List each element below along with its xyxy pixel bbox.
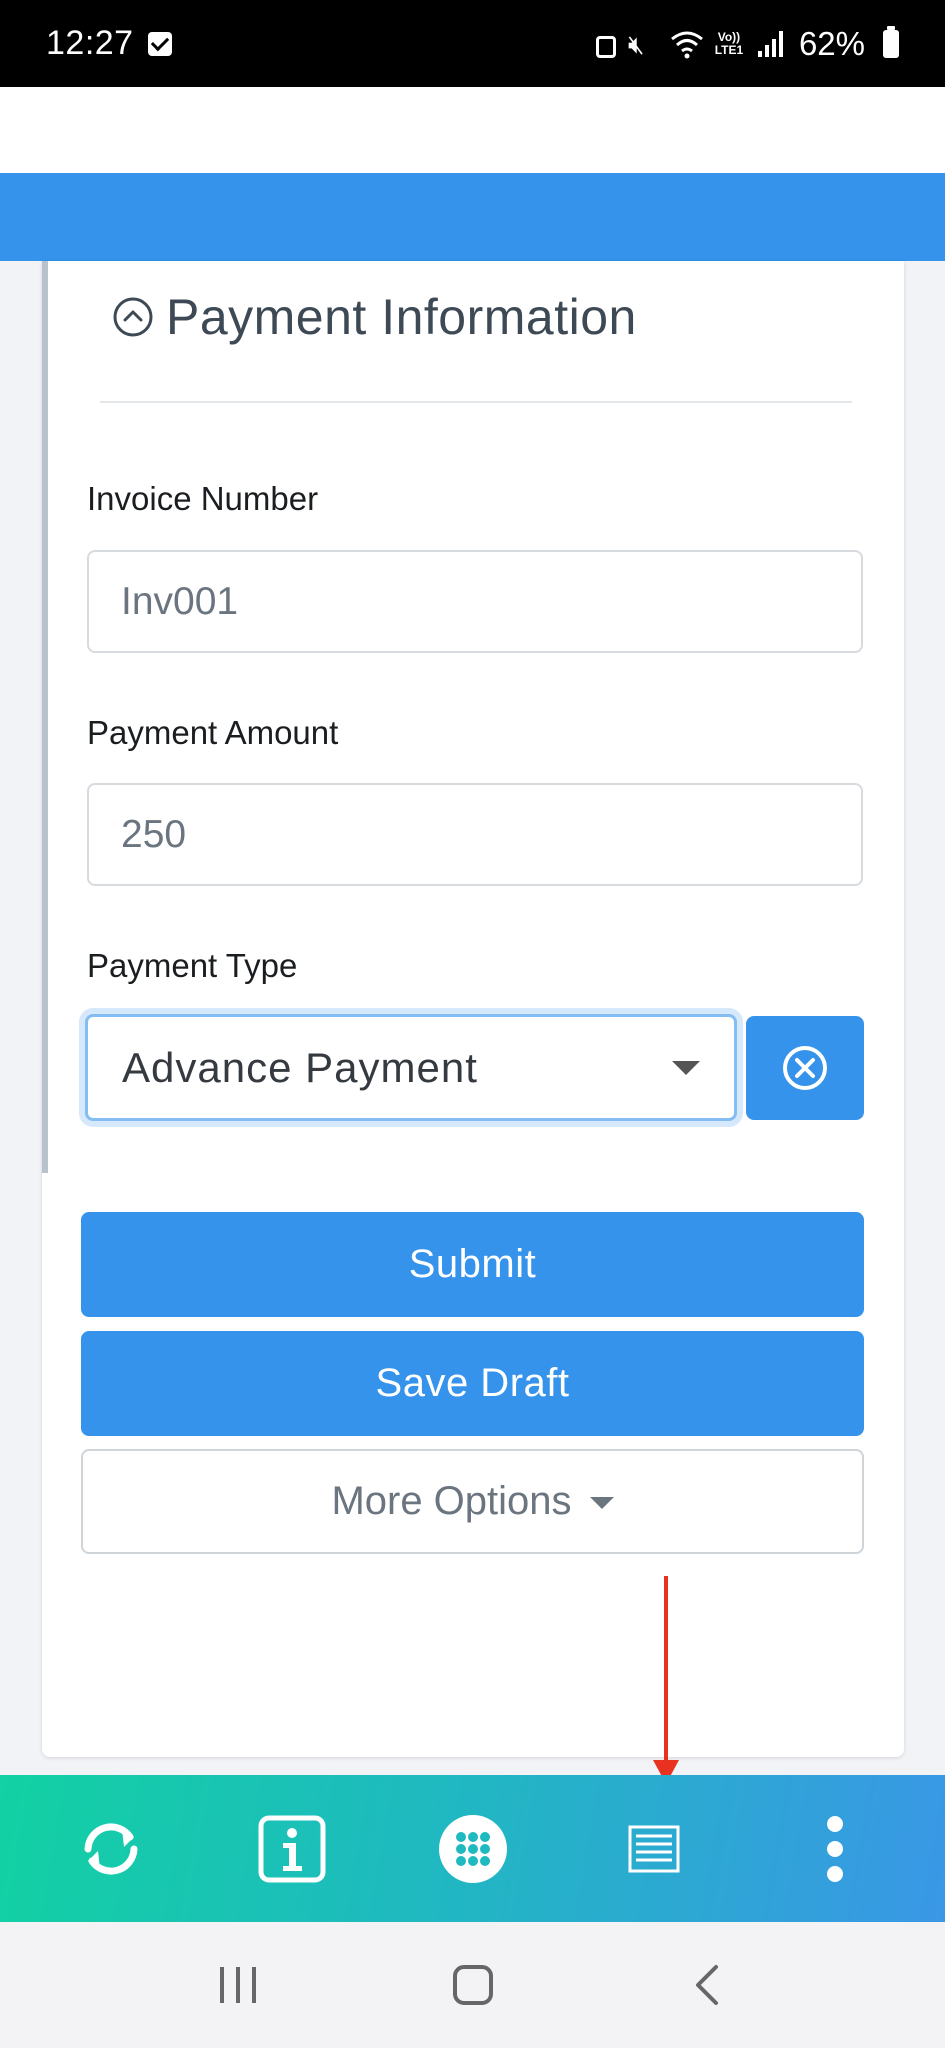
section-title: Payment Information bbox=[166, 289, 637, 345]
chevron-up-circle-icon[interactable] bbox=[112, 296, 154, 338]
notification-check-icon bbox=[147, 31, 172, 56]
home-icon bbox=[452, 1965, 493, 2005]
annotation-arrow bbox=[664, 1576, 668, 1766]
home-button[interactable] bbox=[433, 1945, 513, 2025]
close-circle-icon bbox=[783, 1046, 827, 1090]
mute-icon: 🔇︎ bbox=[627, 28, 645, 59]
app-header bbox=[0, 87, 945, 173]
caret-down-icon bbox=[589, 1496, 614, 1509]
system-nav-bar bbox=[0, 1922, 945, 2048]
volte-indicator: Vo)) LTE1 bbox=[712, 29, 746, 57]
status-icons: 🔇︎ Vo)) LTE1 62% bbox=[595, 24, 899, 63]
more-vertical-icon bbox=[826, 1815, 843, 1882]
recents-icon bbox=[219, 1967, 256, 2003]
save-draft-button[interactable]: Save Draft bbox=[81, 1331, 864, 1436]
battery-icon bbox=[883, 25, 899, 58]
status-time: 12:27 bbox=[46, 24, 134, 62]
payment-amount-label: Payment Amount bbox=[87, 714, 339, 751]
invoice-number-input[interactable] bbox=[87, 550, 863, 653]
list-button[interactable] bbox=[604, 1799, 704, 1899]
battery-percent: 62% bbox=[798, 24, 865, 62]
payment-type-select[interactable]: Advance Payment bbox=[85, 1014, 737, 1121]
more-options-button[interactable]: More Options bbox=[81, 1449, 864, 1554]
payment-type-label: Payment Type bbox=[87, 947, 298, 984]
volte-bottom: LTE1 bbox=[714, 42, 744, 57]
clear-selection-button[interactable] bbox=[746, 1016, 864, 1120]
payment-amount-input[interactable] bbox=[87, 783, 863, 886]
status-bar: 12:27 🔇︎ Vo)) LTE1 62% bbox=[0, 0, 945, 87]
info-button[interactable] bbox=[242, 1799, 342, 1899]
lock-icon bbox=[595, 35, 616, 58]
more-options-label: More Options bbox=[331, 1479, 572, 1523]
back-button[interactable] bbox=[668, 1945, 748, 2025]
sync-button[interactable] bbox=[61, 1799, 161, 1899]
volte-top: Vo)) bbox=[717, 29, 741, 44]
caret-down-icon bbox=[672, 1060, 700, 1075]
app-banner bbox=[0, 173, 945, 261]
invoice-number-label: Invoice Number bbox=[87, 480, 319, 517]
bottom-toolbar bbox=[0, 1775, 945, 1922]
section-divider bbox=[100, 401, 852, 403]
apps-grid-icon bbox=[438, 1814, 507, 1883]
signal-icon bbox=[757, 30, 783, 57]
sync-icon bbox=[84, 1822, 137, 1875]
info-icon bbox=[258, 1815, 325, 1882]
submit-button[interactable]: Submit bbox=[81, 1212, 864, 1317]
more-menu-button[interactable] bbox=[785, 1799, 885, 1899]
recents-button[interactable] bbox=[198, 1945, 278, 2025]
payment-type-value: Advance Payment bbox=[122, 1043, 478, 1091]
list-icon bbox=[628, 1825, 679, 1872]
wifi-icon bbox=[670, 29, 703, 59]
section-header[interactable]: Payment Information bbox=[112, 288, 637, 346]
card-accent-bar bbox=[42, 261, 48, 1173]
apps-grid-button[interactable] bbox=[423, 1799, 523, 1899]
back-icon bbox=[695, 1965, 718, 2005]
